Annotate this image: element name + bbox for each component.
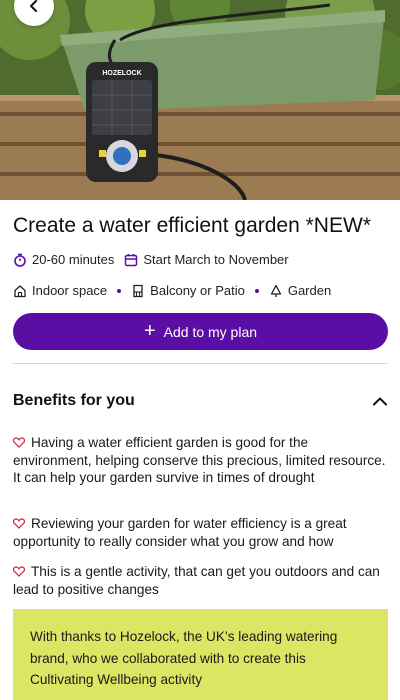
activity-locations: Indoor space Balcony or Patio Garden bbox=[13, 283, 331, 298]
activity-timing: 20-60 minutes Start March to November bbox=[13, 252, 289, 267]
heart-icon bbox=[13, 437, 25, 448]
sponsor-thanks-panel: With thanks to Hozelock, the UK’s leadin… bbox=[13, 609, 388, 700]
sponsor-thanks-text: With thanks to Hozelock, the UK’s leadin… bbox=[30, 629, 338, 687]
benefits-heading: Benefits for you bbox=[13, 392, 135, 409]
heart-icon bbox=[13, 566, 25, 577]
season: Start March to November bbox=[124, 252, 289, 267]
hozelock-logo: HOZELOCK bbox=[102, 70, 141, 77]
add-to-plan-button[interactable]: + Add to my plan bbox=[13, 313, 388, 350]
location-label: Balcony or Patio bbox=[150, 283, 245, 298]
location-indoor: Indoor space bbox=[13, 283, 107, 298]
benefit-text: Having a water efficient garden is good … bbox=[13, 435, 386, 485]
activity-title: Create a water efficient garden *NEW* bbox=[13, 214, 371, 237]
location-label: Garden bbox=[287, 283, 332, 298]
divider bbox=[13, 363, 388, 364]
location-balcony: Balcony or Patio bbox=[131, 283, 245, 298]
duration: 20-60 minutes bbox=[13, 252, 114, 267]
calendar-icon bbox=[124, 253, 138, 267]
benefits-header[interactable]: Benefits for you bbox=[13, 392, 388, 410]
balcony-icon bbox=[131, 284, 145, 298]
benefit-item: Having a water efficient garden is good … bbox=[13, 434, 388, 487]
location-label: Indoor space bbox=[32, 283, 108, 298]
add-to-plan-label: Add to my plan bbox=[163, 323, 258, 340]
separator-dot bbox=[254, 288, 259, 293]
chevron-left-icon bbox=[30, 0, 37, 12]
plus-icon: + bbox=[143, 319, 156, 342]
timer-icon bbox=[13, 253, 27, 267]
hero-image: HOZELOCK bbox=[0, 0, 400, 200]
benefit-item: This is a gentle activity, that can get … bbox=[13, 563, 388, 598]
separator-dot bbox=[117, 288, 122, 293]
home-icon bbox=[13, 284, 27, 298]
benefit-text: This is a gentle activity, that can get … bbox=[13, 564, 380, 597]
heart-icon bbox=[13, 518, 25, 529]
benefit-text: Reviewing your garden for water efficien… bbox=[13, 516, 347, 549]
tree-icon bbox=[269, 284, 283, 298]
chevron-up-icon[interactable] bbox=[372, 396, 388, 406]
season-text: Start March to November bbox=[143, 252, 289, 267]
benefit-item: Reviewing your garden for water efficien… bbox=[13, 515, 388, 550]
duration-text: 20-60 minutes bbox=[32, 252, 115, 267]
hero-illustration: HOZELOCK bbox=[0, 0, 400, 200]
location-garden: Garden bbox=[269, 283, 331, 298]
